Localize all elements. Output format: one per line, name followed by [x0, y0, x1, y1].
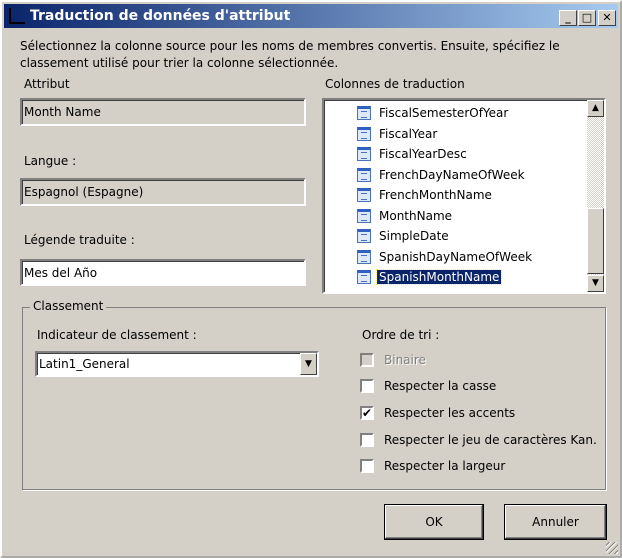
list-item-label: FrenchMonthName — [379, 188, 492, 202]
attribute-label: Attribut — [24, 77, 70, 91]
scroll-down-icon[interactable]: ▼ — [587, 275, 604, 292]
checkbox-label[interactable]: Respecter la largeur — [384, 458, 505, 474]
list-item[interactable]: SimpleDate — [357, 226, 449, 246]
chevron-down-icon[interactable]: ▼ — [300, 353, 317, 375]
close-button[interactable]: ✕ — [598, 10, 616, 26]
checkbox-label[interactable]: Respecter le jeu de caractères Kan. — [384, 432, 597, 448]
list-item[interactable]: SpanishDayNameOfWeek — [357, 247, 533, 267]
column-icon — [357, 270, 371, 284]
list-item-label: SpanishDayNameOfWeek — [379, 249, 533, 264]
column-icon — [357, 126, 371, 141]
collation-group-label: Classement — [30, 299, 107, 313]
title-bar: Traduction de données d'attribut _ □ ✕ — [4, 4, 618, 28]
column-icon — [357, 229, 371, 243]
maximize-button[interactable]: □ — [578, 10, 596, 26]
checkbox[interactable]: ✔ — [360, 406, 374, 420]
checkbox[interactable] — [360, 353, 374, 367]
list-item[interactable]: FiscalSemesterOfYear — [357, 103, 509, 123]
caption-input[interactable]: Mes del Año — [20, 259, 306, 286]
collation-indicator-value: Latin1_General — [39, 357, 130, 371]
column-icon — [357, 106, 371, 120]
column-icon — [357, 147, 371, 161]
list-item[interactable]: FrenchMonthName — [357, 185, 492, 205]
scrollbar[interactable]: ▲ ▼ — [587, 100, 604, 292]
checkbox-label[interactable]: Respecter les accents — [384, 405, 515, 421]
list-item[interactable]: FrenchDayNameOfWeek — [357, 165, 525, 185]
column-icon — [357, 208, 371, 223]
columns-label: Colonnes de traduction — [325, 77, 465, 91]
checkbox[interactable] — [360, 379, 374, 393]
caption-label: Légende traduite : — [24, 233, 135, 247]
list-item[interactable]: SpanishMonthName — [357, 267, 503, 287]
checkbox-label[interactable]: Binaire — [384, 352, 426, 368]
sort-order-label: Ordre de tri : — [362, 328, 440, 342]
column-icon — [357, 167, 371, 182]
scroll-thumb[interactable] — [587, 208, 604, 274]
list-item[interactable]: MonthName — [357, 206, 453, 226]
minimize-button[interactable]: _ — [559, 10, 577, 26]
window-title: Traduction de données d'attribut — [30, 8, 291, 24]
language-label: Langue : — [24, 154, 77, 168]
list-item-label: FiscalYear — [379, 126, 438, 141]
list-item-label: MonthName — [379, 208, 453, 223]
collation-indicator-label: Indicateur de classement : — [37, 328, 197, 342]
column-icon — [357, 249, 371, 264]
collation-indicator-select[interactable]: Latin1_General ▼ — [35, 351, 319, 377]
language-field: Espagnol (Espagne) — [20, 178, 306, 206]
attribute-field: Month Name — [20, 98, 306, 126]
scroll-up-icon[interactable]: ▲ — [587, 100, 604, 117]
columns-listbox[interactable]: FiscalSemesterOfYear FiscalYear FiscalYear… — [322, 98, 606, 294]
list-item[interactable]: FiscalYearDesc — [357, 144, 467, 164]
list-item[interactable]: FiscalYear — [357, 124, 438, 144]
ok-button[interactable]: OK — [384, 504, 484, 540]
cancel-button[interactable]: Annuler — [504, 504, 607, 540]
list-item-label: FiscalYearDesc — [379, 147, 467, 161]
dialog-window: Traduction de données d'attribut _ □ ✕ S… — [0, 0, 622, 558]
list-item-label: SimpleDate — [379, 229, 449, 243]
checkbox-label[interactable]: Respecter la casse — [384, 378, 496, 394]
checkbox[interactable] — [360, 459, 374, 473]
list-item-label: FrenchDayNameOfWeek — [379, 167, 525, 182]
app-icon — [9, 8, 25, 24]
checkbox[interactable] — [360, 433, 374, 447]
intro-text: Sélectionnez la colonne source pour les … — [20, 39, 560, 70]
column-icon — [357, 188, 371, 202]
list-item-label: FiscalSemesterOfYear — [379, 106, 509, 120]
list-item-label: SpanishMonthName — [375, 269, 503, 285]
resize-grip[interactable] — [606, 542, 618, 554]
